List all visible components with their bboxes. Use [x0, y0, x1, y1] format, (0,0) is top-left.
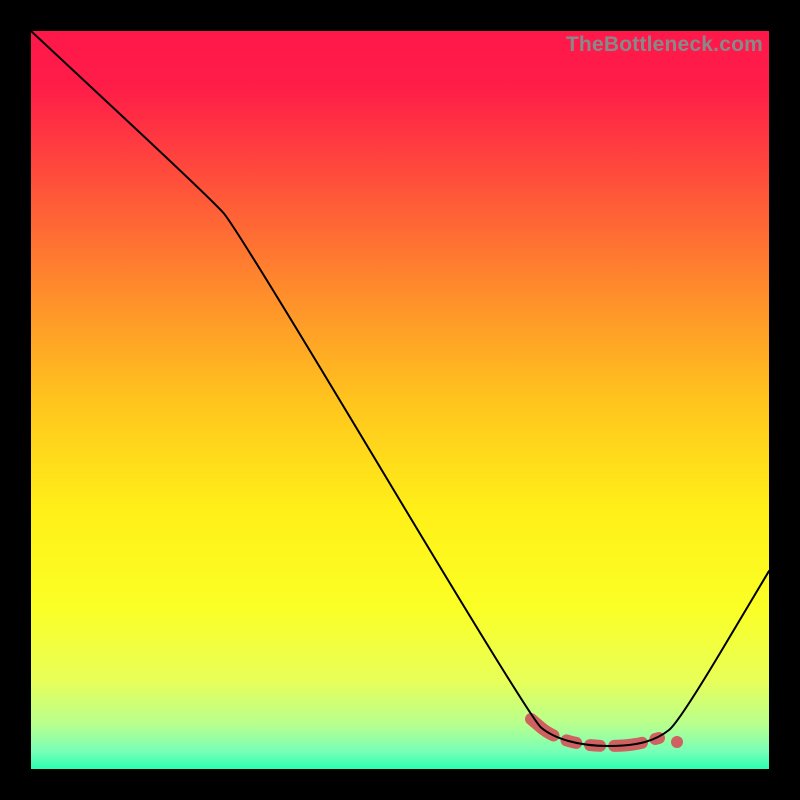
marker-segment	[531, 719, 659, 746]
main-curve	[31, 31, 769, 746]
chart-plot-area: TheBottleneck.com	[31, 31, 769, 769]
curve-layer	[31, 31, 769, 769]
watermark-text: TheBottleneck.com	[566, 33, 763, 57]
marker-end-dot	[671, 736, 683, 748]
